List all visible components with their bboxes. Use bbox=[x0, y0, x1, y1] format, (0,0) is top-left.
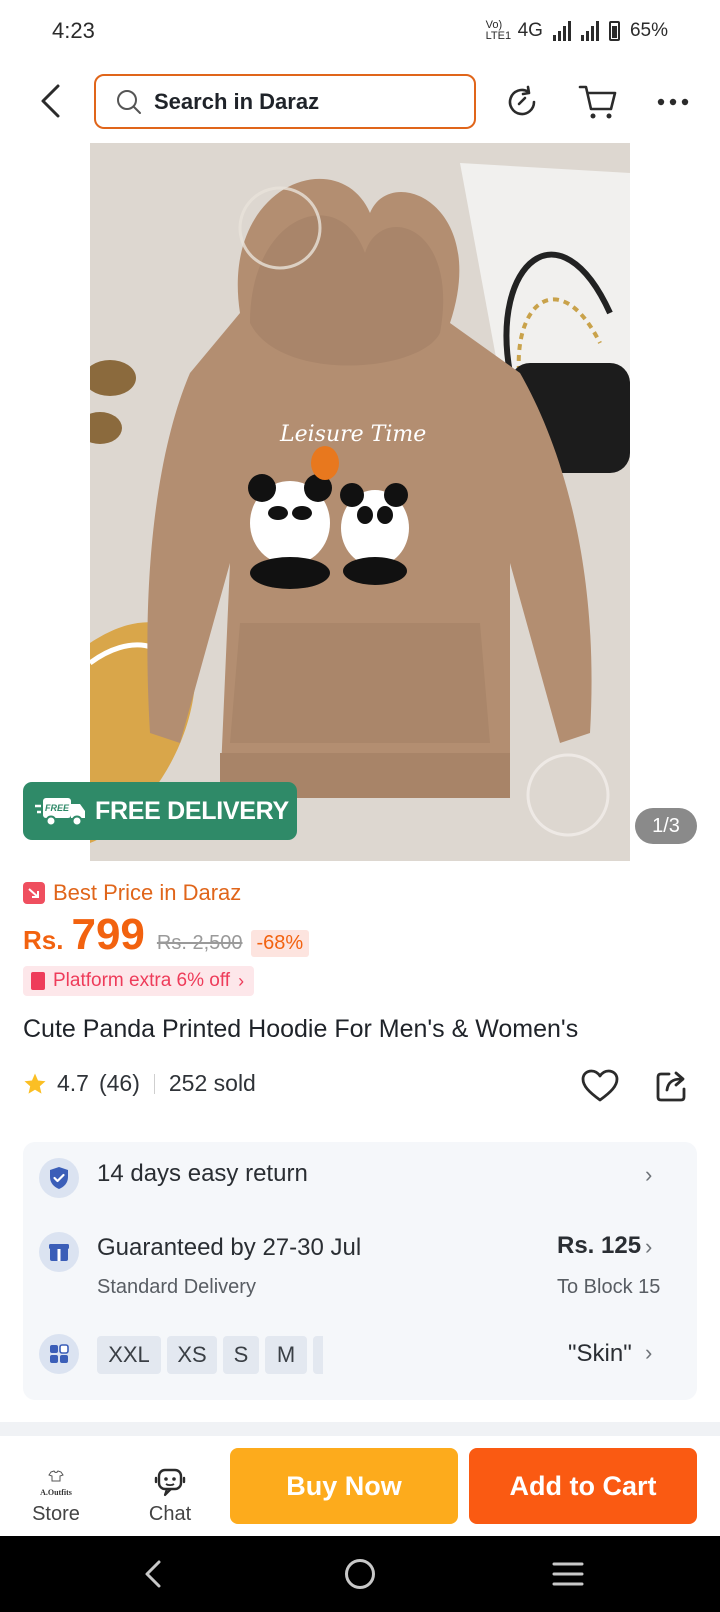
discount-badge: -68% bbox=[250, 930, 310, 957]
share-icon bbox=[656, 1071, 686, 1102]
rating-row[interactable]: 4.7 (46) 252 sold bbox=[23, 1070, 256, 1097]
nav-home-icon bbox=[345, 1559, 375, 1589]
search-placeholder: Search in Daraz bbox=[154, 88, 320, 114]
selected-color[interactable]: "Skin" bbox=[568, 1340, 632, 1368]
battery-level: 65% bbox=[629, 20, 668, 41]
shield-check-icon bbox=[39, 1158, 79, 1198]
back-arrow-icon bbox=[41, 84, 60, 118]
size-chip-overflow bbox=[313, 1336, 323, 1374]
more-icon bbox=[657, 98, 689, 106]
share-button[interactable] bbox=[650, 1064, 694, 1108]
product-title: Cute Panda Printed Hoodie For Men's & Wo… bbox=[23, 1015, 579, 1043]
price-currency: Rs. bbox=[23, 925, 64, 955]
bottom-action-bar: A.Outfits Store Chat Buy Now Add to Cart bbox=[0, 1436, 720, 1536]
price-row: Rs. 799 Rs. 2,500 -68% bbox=[23, 910, 310, 960]
header: Search in Daraz bbox=[0, 68, 720, 134]
delivery-type: Standard Delivery bbox=[97, 1276, 256, 1298]
nav-menu-icon bbox=[552, 1562, 584, 1586]
chat-button[interactable]: Chat bbox=[134, 1446, 206, 1526]
returns-text[interactable]: 14 days easy return bbox=[97, 1160, 308, 1188]
chevron-right-icon[interactable]: › bbox=[645, 1340, 652, 1366]
store-label: Store bbox=[32, 1503, 80, 1525]
chat-label: Chat bbox=[148, 1503, 192, 1525]
rating-value: 4.7 bbox=[57, 1070, 89, 1096]
size-chip[interactable]: XXL bbox=[97, 1336, 161, 1374]
original-price: Rs. 2,500 bbox=[156, 932, 243, 954]
divider bbox=[0, 1422, 720, 1436]
chevron-right-icon[interactable]: › bbox=[645, 1234, 652, 1260]
review-count: (46) bbox=[98, 1070, 140, 1096]
nav-recents-button[interactable] bbox=[538, 1550, 598, 1598]
product-image[interactable]: Leisure Time bbox=[90, 143, 630, 861]
sold-count: 252 sold bbox=[168, 1070, 256, 1096]
history-button[interactable] bbox=[500, 80, 544, 124]
voucher-icon bbox=[31, 972, 45, 990]
nav-back-icon bbox=[145, 1560, 161, 1588]
divider bbox=[153, 1073, 155, 1094]
network-type: 4G bbox=[517, 20, 543, 41]
history-icon bbox=[508, 85, 536, 116]
back-button[interactable] bbox=[30, 78, 70, 124]
best-price-badge[interactable]: Best Price in Daraz bbox=[23, 880, 241, 906]
nav-back-button[interactable] bbox=[123, 1550, 183, 1598]
status-indicators: Vo) LTE1 4G 65% bbox=[486, 20, 668, 42]
battery-icon bbox=[608, 21, 620, 41]
chevron-right-icon: › bbox=[238, 970, 245, 991]
signal-icon bbox=[552, 21, 571, 41]
buy-now-button[interactable]: Buy Now bbox=[230, 1448, 458, 1524]
image-counter: 1/3 bbox=[635, 808, 697, 844]
cart-button[interactable] bbox=[576, 80, 620, 124]
store-button[interactable]: A.Outfits Store bbox=[20, 1446, 92, 1526]
volte-indicator: Vo) LTE1 bbox=[485, 19, 512, 42]
nav-home-button[interactable] bbox=[330, 1550, 390, 1598]
status-bar: 4:23 Vo) LTE1 4G 65% bbox=[0, 0, 720, 62]
search-input[interactable]: Search in Daraz bbox=[94, 74, 476, 129]
more-button[interactable] bbox=[651, 80, 695, 124]
size-chip[interactable]: XS bbox=[167, 1336, 217, 1374]
signal-icon-2 bbox=[580, 21, 599, 41]
star-icon bbox=[24, 1073, 46, 1094]
chat-icon bbox=[154, 1468, 186, 1497]
heart-icon bbox=[581, 1069, 619, 1102]
chevron-right-icon[interactable]: › bbox=[645, 1162, 652, 1188]
system-navigation-bar bbox=[0, 1536, 720, 1612]
delivery-location: To Block 15 bbox=[557, 1276, 661, 1298]
free-delivery-badge: FREE FREE DELIVERY bbox=[23, 782, 297, 840]
store-logo-text: A.Outfits bbox=[40, 1488, 72, 1497]
platform-offer-label: Platform extra 6% off bbox=[53, 970, 231, 991]
best-price-label: Best Price in Daraz bbox=[53, 880, 242, 905]
wishlist-button[interactable] bbox=[578, 1064, 622, 1108]
delivery-fee: Rs. 125 bbox=[557, 1232, 642, 1259]
current-price: 799 bbox=[71, 910, 145, 959]
delivery-guarantee[interactable]: Guaranteed by 27-30 Jul bbox=[97, 1234, 361, 1262]
cart-icon bbox=[578, 85, 617, 119]
print-text: Leisure Time bbox=[279, 422, 426, 447]
size-chip[interactable]: M bbox=[265, 1336, 307, 1374]
add-to-cart-button[interactable]: Add to Cart bbox=[469, 1448, 697, 1524]
status-time: 4:23 bbox=[52, 18, 95, 43]
size-chip[interactable]: S bbox=[223, 1336, 259, 1374]
service-info-card: 14 days easy return › Guaranteed by 27-3… bbox=[23, 1142, 697, 1400]
hoodie-illustration: Leisure Time bbox=[90, 143, 630, 861]
free-text: FREE bbox=[45, 803, 70, 813]
free-delivery-label: FREE DELIVERY bbox=[95, 796, 289, 825]
store-logo-icon bbox=[48, 1470, 64, 1482]
grid-icon bbox=[39, 1334, 79, 1374]
trend-icon bbox=[23, 882, 45, 904]
delivery-truck-icon: FREE bbox=[35, 798, 85, 827]
platform-offer[interactable]: Platform extra 6% off › bbox=[23, 966, 255, 996]
package-icon bbox=[39, 1232, 79, 1272]
search-icon bbox=[117, 89, 141, 114]
